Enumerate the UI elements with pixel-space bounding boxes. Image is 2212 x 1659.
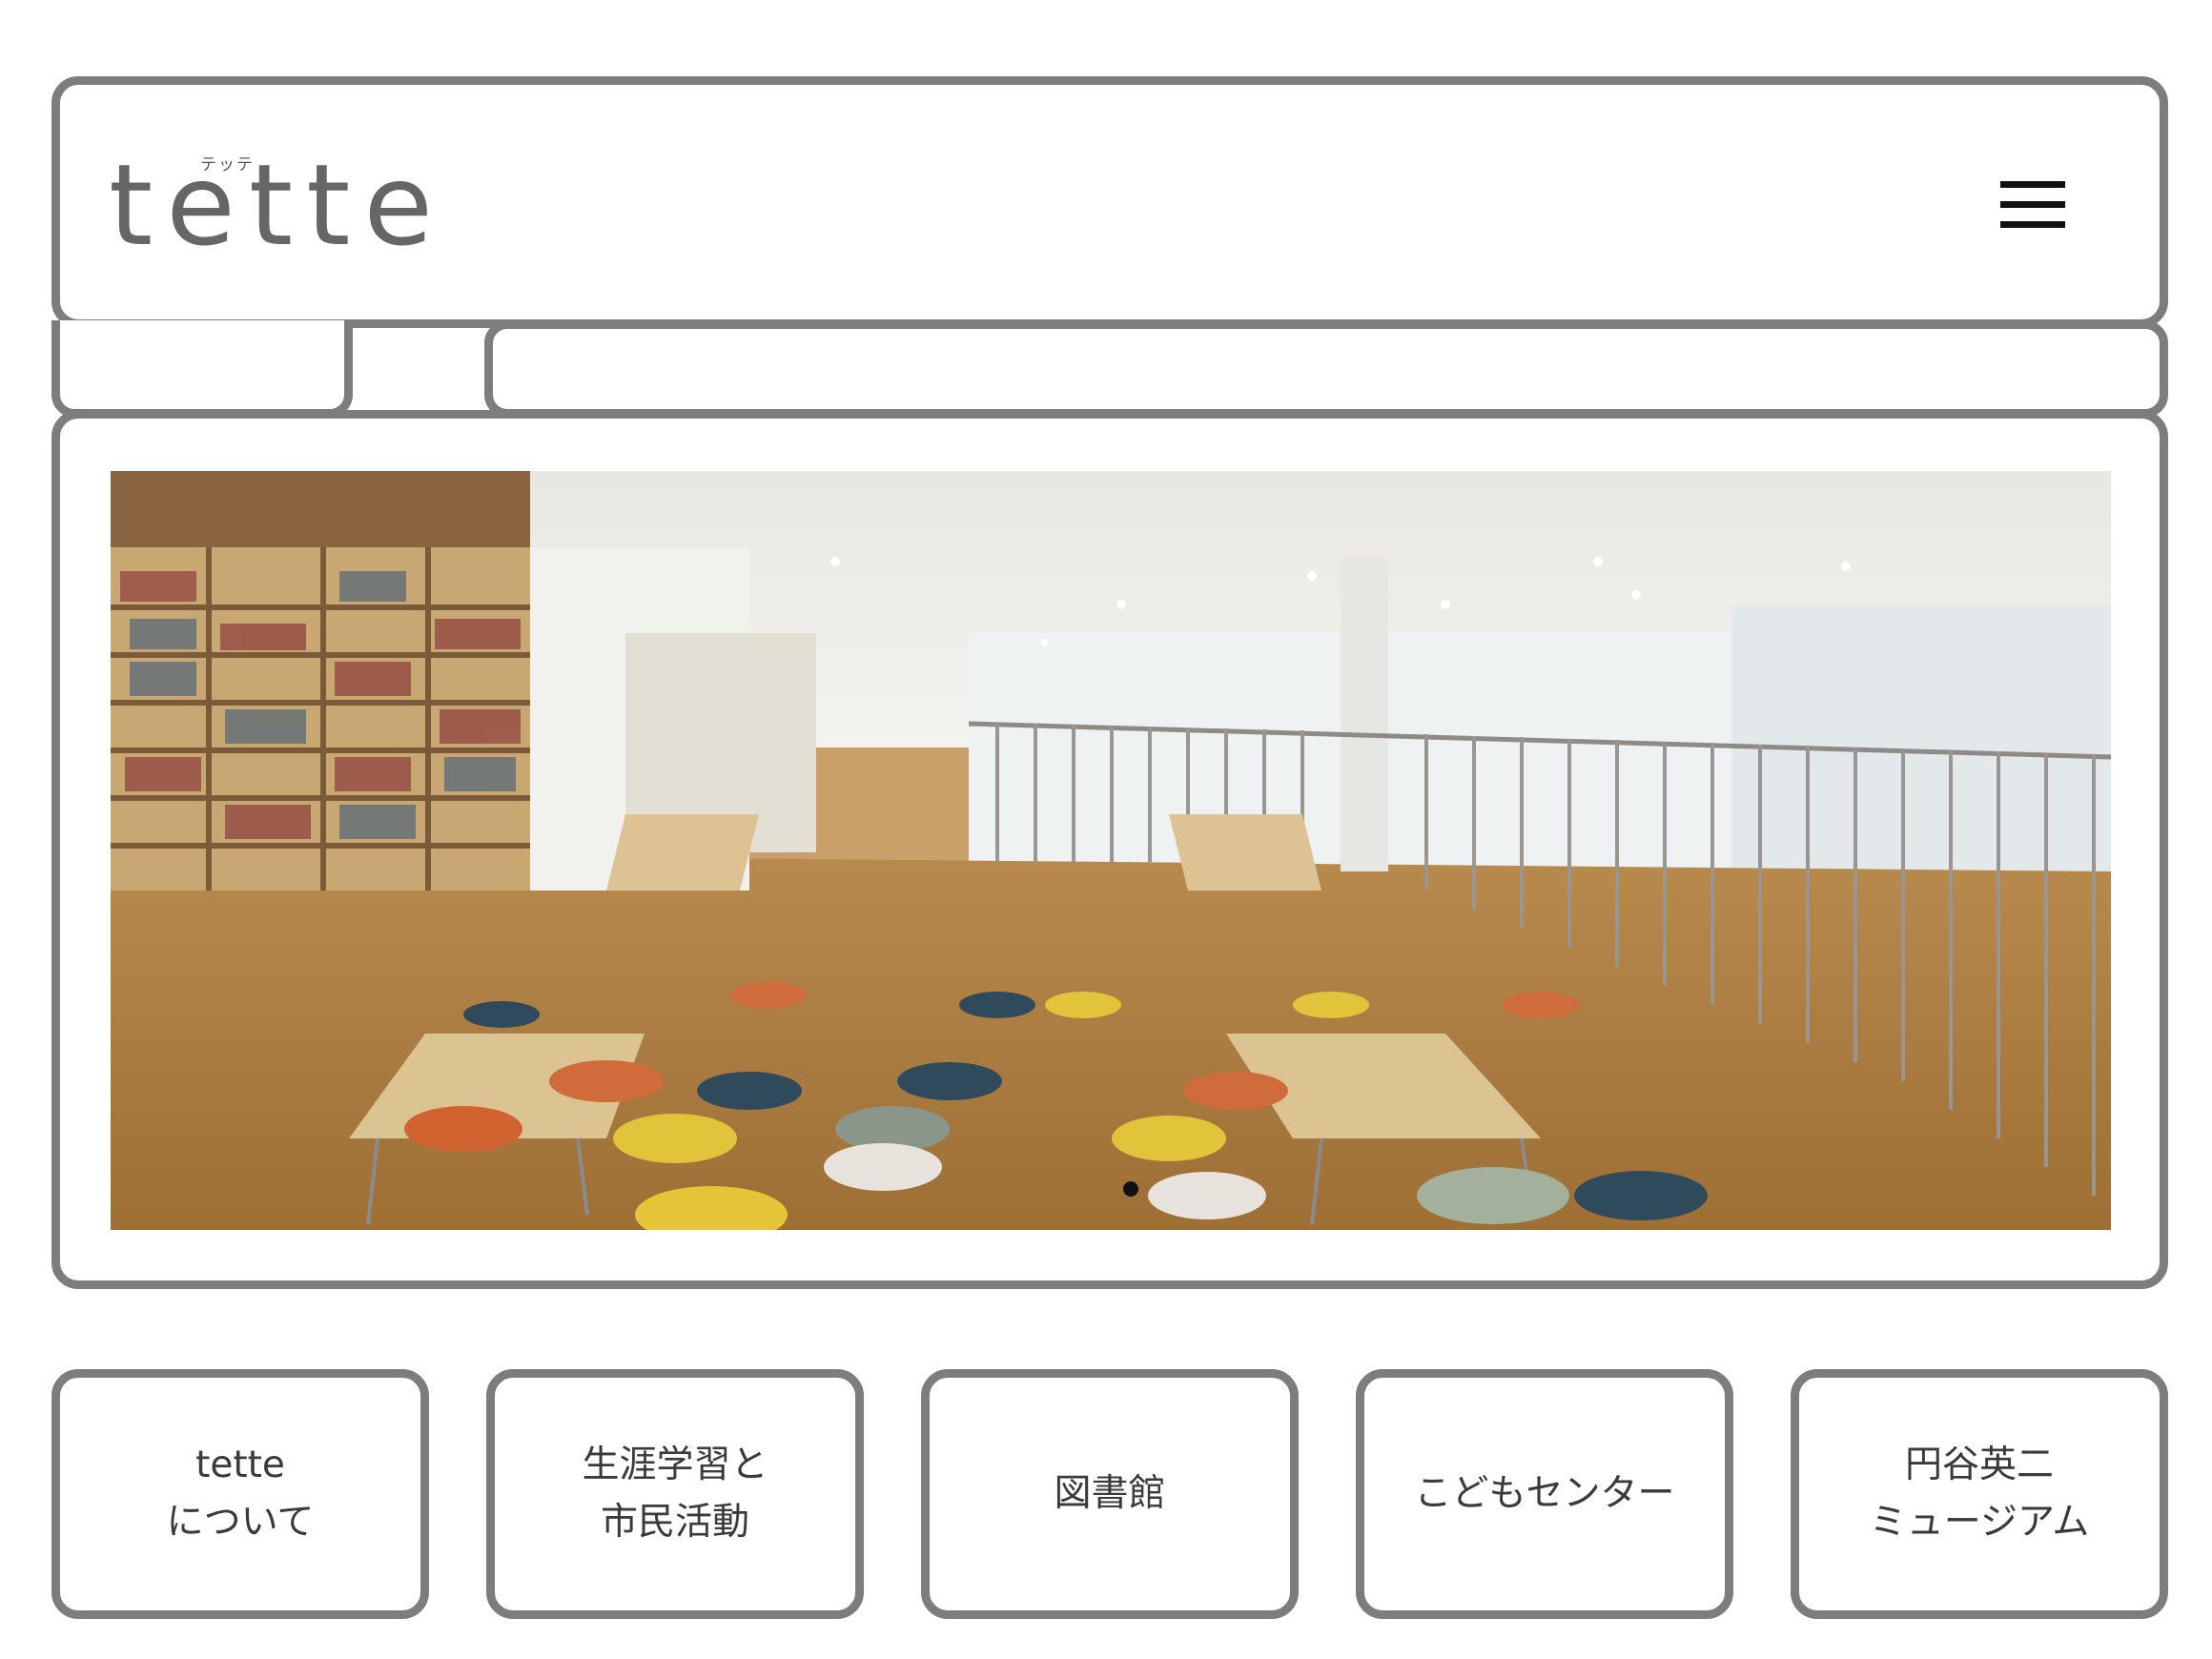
nav-tile-label: 図書館 [1054, 1472, 1166, 1515]
nav-tile-tsuburaya-museum[interactable]: 円谷英二 ミュージアム [1791, 1369, 2168, 1619]
header-tab-right [484, 320, 2168, 418]
logo-wordmark: tette [109, 139, 446, 271]
nav-tile-lifelong-learning[interactable]: 生涯学習と 市民活動 [486, 1369, 864, 1619]
nav-tile-label: 生涯学習と 市民活動 [582, 1444, 768, 1544]
header-tab-left [51, 320, 353, 418]
hamburger-menu-icon[interactable] [1989, 172, 2075, 238]
slider-dot-active[interactable] [1123, 1181, 1138, 1197]
nav-tile-label: 円谷英二 ミュージアム [1869, 1444, 2090, 1544]
nav-tile-label: こどもセンター [1414, 1472, 1675, 1515]
nav-tile-library[interactable]: 図書館 [921, 1369, 1299, 1619]
site-logo[interactable]: テッテ tette [109, 139, 471, 271]
nav-tile-kids-center[interactable]: こどもセンター [1356, 1369, 1733, 1619]
nav-tile-label: tette について [166, 1444, 315, 1544]
hero-image [111, 471, 2111, 1230]
nav-tile-about-tette[interactable]: tette について [51, 1369, 429, 1619]
